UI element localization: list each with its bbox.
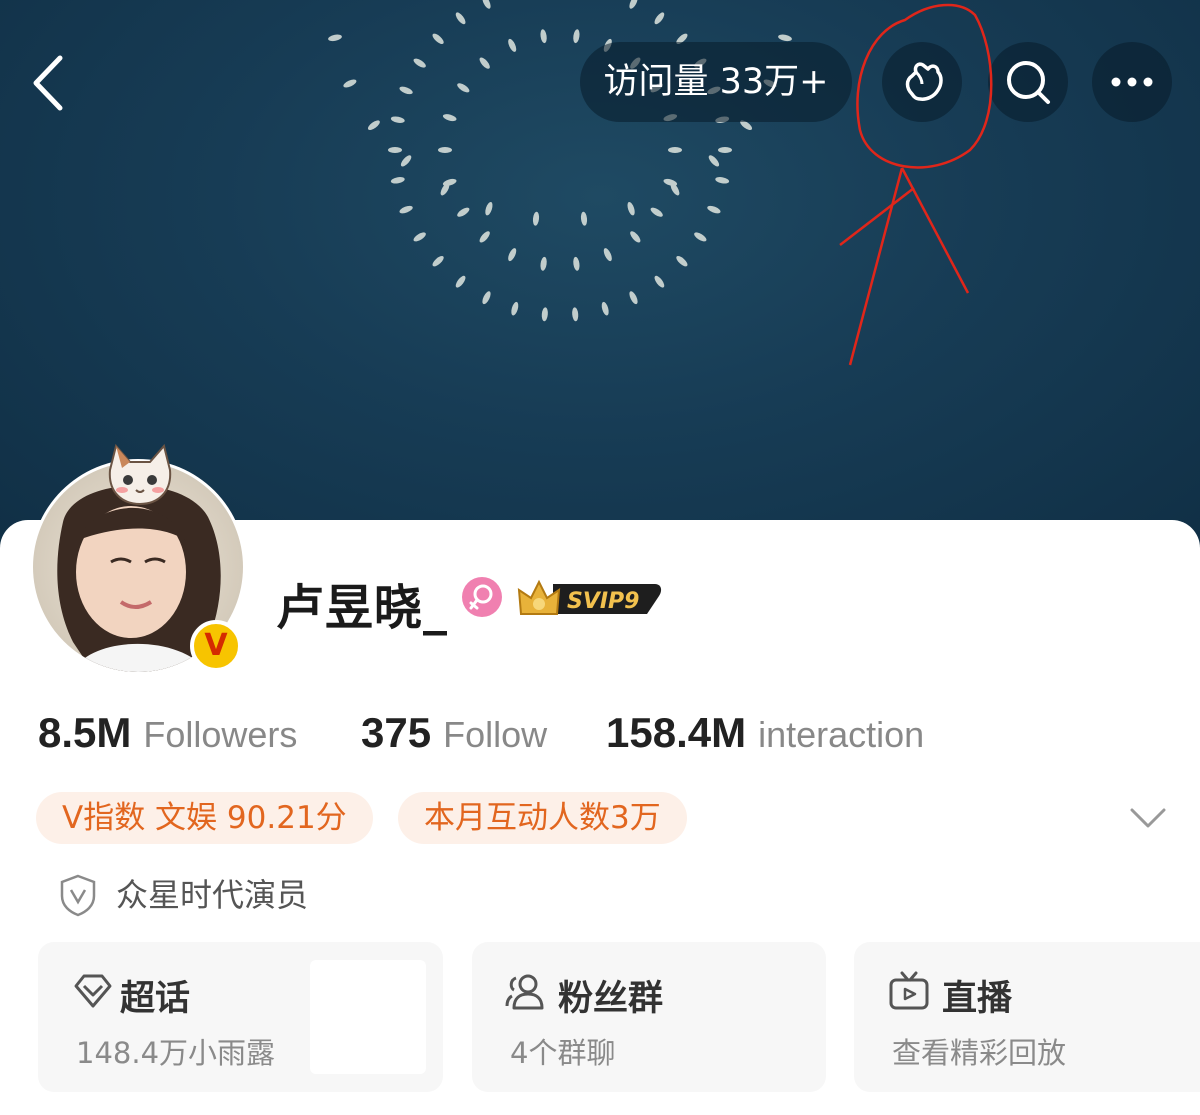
stat-interaction[interactable]: 158.4M interaction <box>606 708 924 757</box>
shield-v-icon <box>60 874 96 917</box>
stat-value: 375 <box>361 709 432 756</box>
chevron-down-icon <box>1130 808 1166 828</box>
crown-icon: SVIP9 <box>517 579 662 615</box>
fan-group-tile[interactable]: 粉丝群 4个群聊 <box>472 942 826 1092</box>
svip-label: SVIP9 <box>567 589 640 614</box>
tile-subtitle: 4个群聊 <box>510 1036 616 1070</box>
super-topic-icon <box>74 974 112 1008</box>
username: 卢昱晓_ <box>276 580 449 636</box>
stat-label: Followers <box>143 714 298 755</box>
svip-badge[interactable]: SVIP9 <box>515 572 665 622</box>
tile-image-placeholder <box>310 960 426 1074</box>
tv-icon <box>889 971 929 1010</box>
stat-followers[interactable]: 8.5M Followers <box>38 708 297 757</box>
tile-subtitle: 查看精彩回放 <box>892 1036 1067 1070</box>
stat-label: Follow <box>443 714 548 755</box>
tile-title: 超话 <box>120 979 191 1019</box>
tile-title: 直播 <box>942 979 1013 1019</box>
stat-value: 158.4M <box>606 709 747 756</box>
cat-sticker <box>108 443 172 506</box>
v-index-tag[interactable]: V指数 文娱 90.21分 <box>36 792 373 844</box>
stat-label: interaction <box>758 714 925 755</box>
expand-button[interactable] <box>1128 800 1168 836</box>
tile-subtitle: 148.4万小雨露 <box>76 1036 276 1070</box>
verified-badge: V <box>190 620 242 672</box>
group-icon <box>505 974 544 1010</box>
monthly-interaction-tag[interactable]: 本月互动人数3万 <box>398 792 687 844</box>
verified-letter: V <box>204 628 228 663</box>
stat-follow[interactable]: 375 Follow <box>361 708 547 757</box>
verification-text: 众星时代演员 <box>116 876 309 914</box>
live-tile[interactable]: 直播 查看精彩回放 <box>854 942 1200 1092</box>
gender-female-icon <box>462 577 502 617</box>
stat-value: 8.5M <box>38 709 132 756</box>
tile-title: 粉丝群 <box>558 979 664 1019</box>
